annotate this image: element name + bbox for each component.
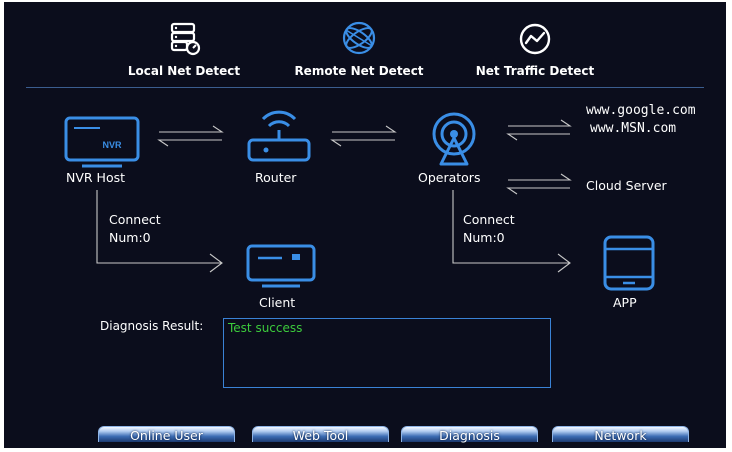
- operators-label: Operators: [418, 170, 481, 185]
- network-button[interactable]: Network: [552, 426, 689, 443]
- diagnosis-result-box: Test success: [223, 318, 551, 388]
- app-icon: [603, 235, 655, 291]
- client-label: Client: [259, 295, 296, 310]
- diagnosis-result-label: Diagnosis Result:: [100, 319, 204, 333]
- diagnosis-button[interactable]: Diagnosis: [401, 426, 538, 443]
- web-tool-button[interactable]: Web Tool: [252, 426, 389, 443]
- network-detect-screen: Local Net Detect Remote Net Detect Net T…: [4, 2, 726, 450]
- router-label: Router: [255, 170, 297, 185]
- app-label: APP: [613, 295, 637, 310]
- bottom-strip: [0, 448, 732, 452]
- app-connect-num: Num:0: [463, 230, 505, 245]
- operators-icon: [432, 112, 476, 166]
- online-user-button[interactable]: Online User: [98, 426, 235, 443]
- nvr-host-icon: NVR: [64, 116, 140, 168]
- client-icon: [246, 244, 316, 288]
- google-address: www.google.com: [586, 103, 696, 118]
- client-connect-num: Num:0: [109, 230, 151, 245]
- nvr-host-label: NVR Host: [66, 170, 126, 185]
- diagnosis-result-text: Test success: [228, 321, 303, 335]
- connection-arrows: [96, 119, 572, 273]
- msn-address: www.MSN.com: [590, 121, 677, 136]
- cloud-server-label: Cloud Server: [586, 178, 667, 193]
- router-icon: [247, 110, 311, 162]
- app-connect-label: Connect: [463, 212, 515, 227]
- client-connect-label: Connect: [109, 212, 161, 227]
- nvr-badge: NVR: [102, 140, 122, 150]
